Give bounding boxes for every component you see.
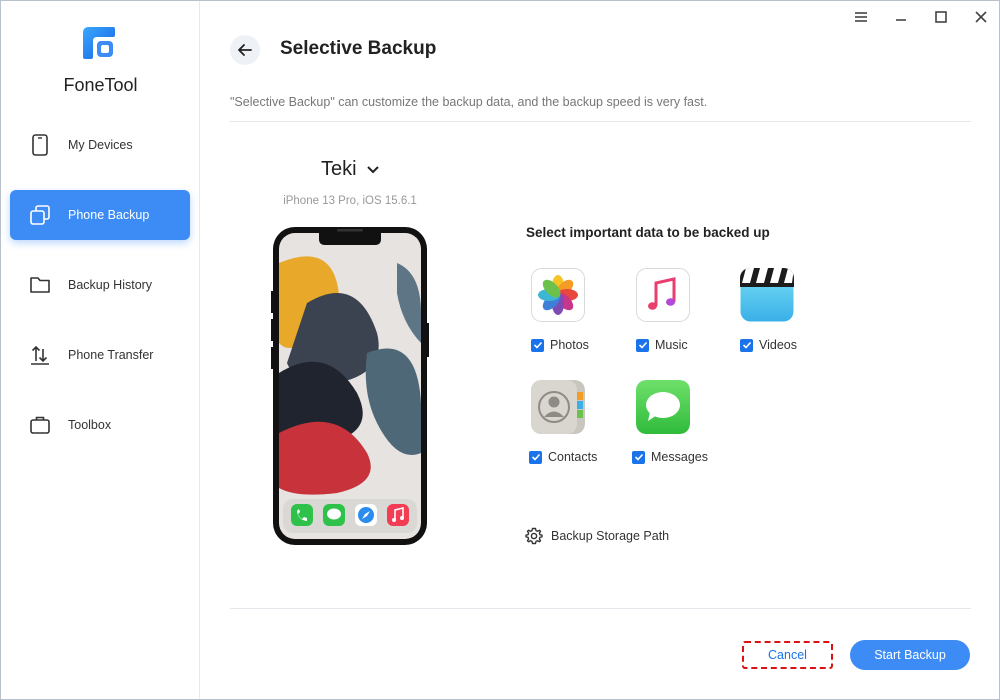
start-backup-button[interactable]: Start Backup <box>850 640 970 670</box>
folder-icon <box>28 273 52 297</box>
copy-icon <box>28 203 52 227</box>
sidebar: FoneTool My Devices Phone Backup Backup … <box>1 1 200 699</box>
contacts-label: Contacts <box>548 450 598 464</box>
sidebar-item-toolbox[interactable]: Toolbox <box>10 400 190 450</box>
sidebar-item-label: My Devices <box>68 138 133 152</box>
app-window: FoneTool My Devices Phone Backup Backup … <box>0 0 1000 700</box>
music-checkbox[interactable]: Music <box>636 338 688 352</box>
arrow-left-icon <box>238 44 252 56</box>
gear-icon <box>525 527 543 545</box>
sidebar-item-phone-backup[interactable]: Phone Backup <box>10 190 190 240</box>
page-title: Selective Backup <box>280 38 437 59</box>
menu-icon[interactable] <box>851 7 871 27</box>
music-label: Music <box>655 338 688 352</box>
messages-icon <box>636 380 690 434</box>
maximize-icon[interactable] <box>931 7 951 27</box>
select-data-title: Select important data to be backed up <box>526 225 770 240</box>
videos-checkbox[interactable]: Videos <box>740 338 797 352</box>
videos-icon <box>740 268 794 322</box>
cancel-button[interactable]: Cancel <box>742 641 833 669</box>
checkmark-icon <box>632 450 645 464</box>
app-name: FoneTool <box>63 75 138 95</box>
data-item-contacts: Contacts <box>527 380 627 480</box>
data-item-messages: Messages <box>632 380 732 480</box>
divider <box>230 608 971 609</box>
sidebar-item-backup-history[interactable]: Backup History <box>10 260 190 310</box>
photos-icon <box>531 268 585 322</box>
device-selector[interactable]: Teki <box>321 158 380 181</box>
fonetool-logo-icon <box>83 27 115 59</box>
contacts-checkbox[interactable]: Contacts <box>529 450 597 464</box>
music-icon <box>636 268 690 322</box>
data-item-videos: Videos <box>736 268 836 368</box>
device-name: Teki <box>321 158 357 180</box>
chevron-down-icon <box>366 165 379 173</box>
checkmark-icon <box>529 450 542 464</box>
photos-checkbox[interactable]: Photos <box>531 338 589 352</box>
phone-illustration <box>271 227 429 545</box>
backup-storage-path-button[interactable]: Backup Storage Path <box>525 527 669 545</box>
sidebar-item-label: Phone Transfer <box>68 348 154 362</box>
device-model: iPhone 13 Pro, iOS 15.6.1 <box>283 195 417 207</box>
divider <box>230 121 971 122</box>
sidebar-item-my-devices[interactable]: My Devices <box>10 120 190 170</box>
data-item-photos: Photos <box>527 268 627 368</box>
videos-label: Videos <box>759 338 797 352</box>
contacts-icon <box>531 380 585 434</box>
messages-checkbox[interactable]: Messages <box>632 450 708 464</box>
back-button[interactable] <box>230 35 260 65</box>
phone-icon <box>28 133 52 157</box>
sidebar-item-phone-transfer[interactable]: Phone Transfer <box>10 330 190 380</box>
checkmark-icon <box>531 338 544 352</box>
sidebar-item-label: Backup History <box>68 278 153 292</box>
photos-label: Photos <box>550 338 589 352</box>
briefcase-icon <box>28 413 52 437</box>
data-item-music: Music <box>632 268 732 368</box>
close-icon[interactable] <box>971 7 991 27</box>
transfer-arrows-icon <box>28 343 52 367</box>
checkmark-icon <box>740 338 753 352</box>
messages-label: Messages <box>651 450 708 464</box>
sidebar-item-label: Phone Backup <box>68 208 150 222</box>
checkmark-icon <box>636 338 649 352</box>
sidebar-item-label: Toolbox <box>68 418 112 432</box>
page-description: "Selective Backup" can customize the bac… <box>230 95 708 109</box>
backup-storage-path-label: Backup Storage Path <box>551 529 670 543</box>
minimize-icon[interactable] <box>891 7 911 27</box>
